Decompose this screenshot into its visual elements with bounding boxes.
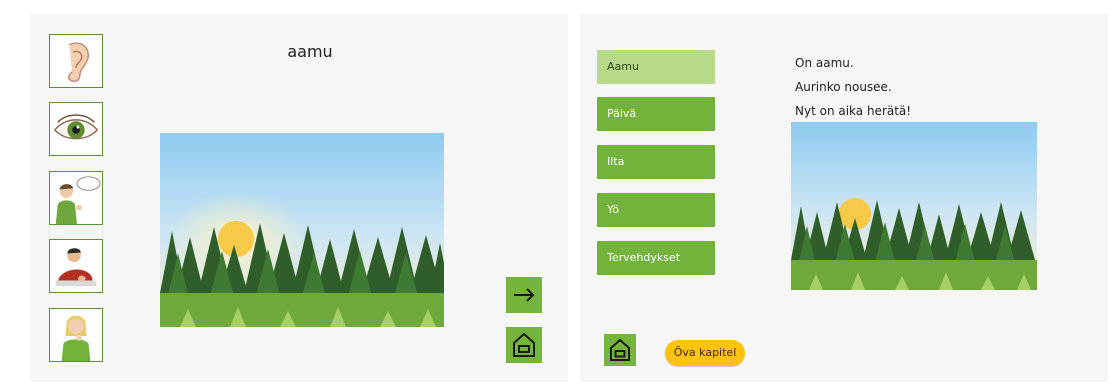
speaking-person-icon xyxy=(50,172,102,224)
menu-item-aamu[interactable]: Aamu xyxy=(597,50,715,84)
sunrise-forest-image xyxy=(791,122,1037,290)
home-icon xyxy=(513,332,535,357)
menu-item-paiva[interactable]: Päivä xyxy=(597,97,715,131)
eye-icon xyxy=(50,103,102,155)
look-card[interactable] xyxy=(49,102,103,156)
chapter-panel: Aamu Päivä Ilta Yö Tervehdykset On aamu.… xyxy=(580,14,1108,382)
speak-card[interactable] xyxy=(49,171,103,225)
practice-chapter-button[interactable]: Öva kapitel xyxy=(665,340,745,366)
word-card-panel: aamu xyxy=(30,14,568,382)
arrow-right-icon xyxy=(514,288,535,302)
story-line: Aurinko nousee. xyxy=(795,80,892,94)
menu-item-yo[interactable]: Yö xyxy=(597,193,715,227)
next-button[interactable] xyxy=(506,277,542,313)
writing-person-icon xyxy=(50,240,102,292)
sunrise-forest-image xyxy=(160,133,444,327)
thinking-person-icon xyxy=(50,309,102,361)
think-card[interactable] xyxy=(49,308,103,362)
menu-item-ilta[interactable]: Ilta xyxy=(597,145,715,179)
ear-icon xyxy=(50,35,102,87)
story-line: On aamu. xyxy=(795,56,854,70)
home-button[interactable] xyxy=(506,327,542,363)
story-line: Nyt on aika herätä! xyxy=(795,104,912,118)
listen-card[interactable] xyxy=(49,34,103,88)
word-title: aamu xyxy=(287,42,333,61)
menu-item-tervehdykset[interactable]: Tervehdykset xyxy=(597,241,715,275)
write-card[interactable] xyxy=(49,239,103,293)
home-button[interactable] xyxy=(604,334,636,366)
home-icon xyxy=(610,338,630,361)
